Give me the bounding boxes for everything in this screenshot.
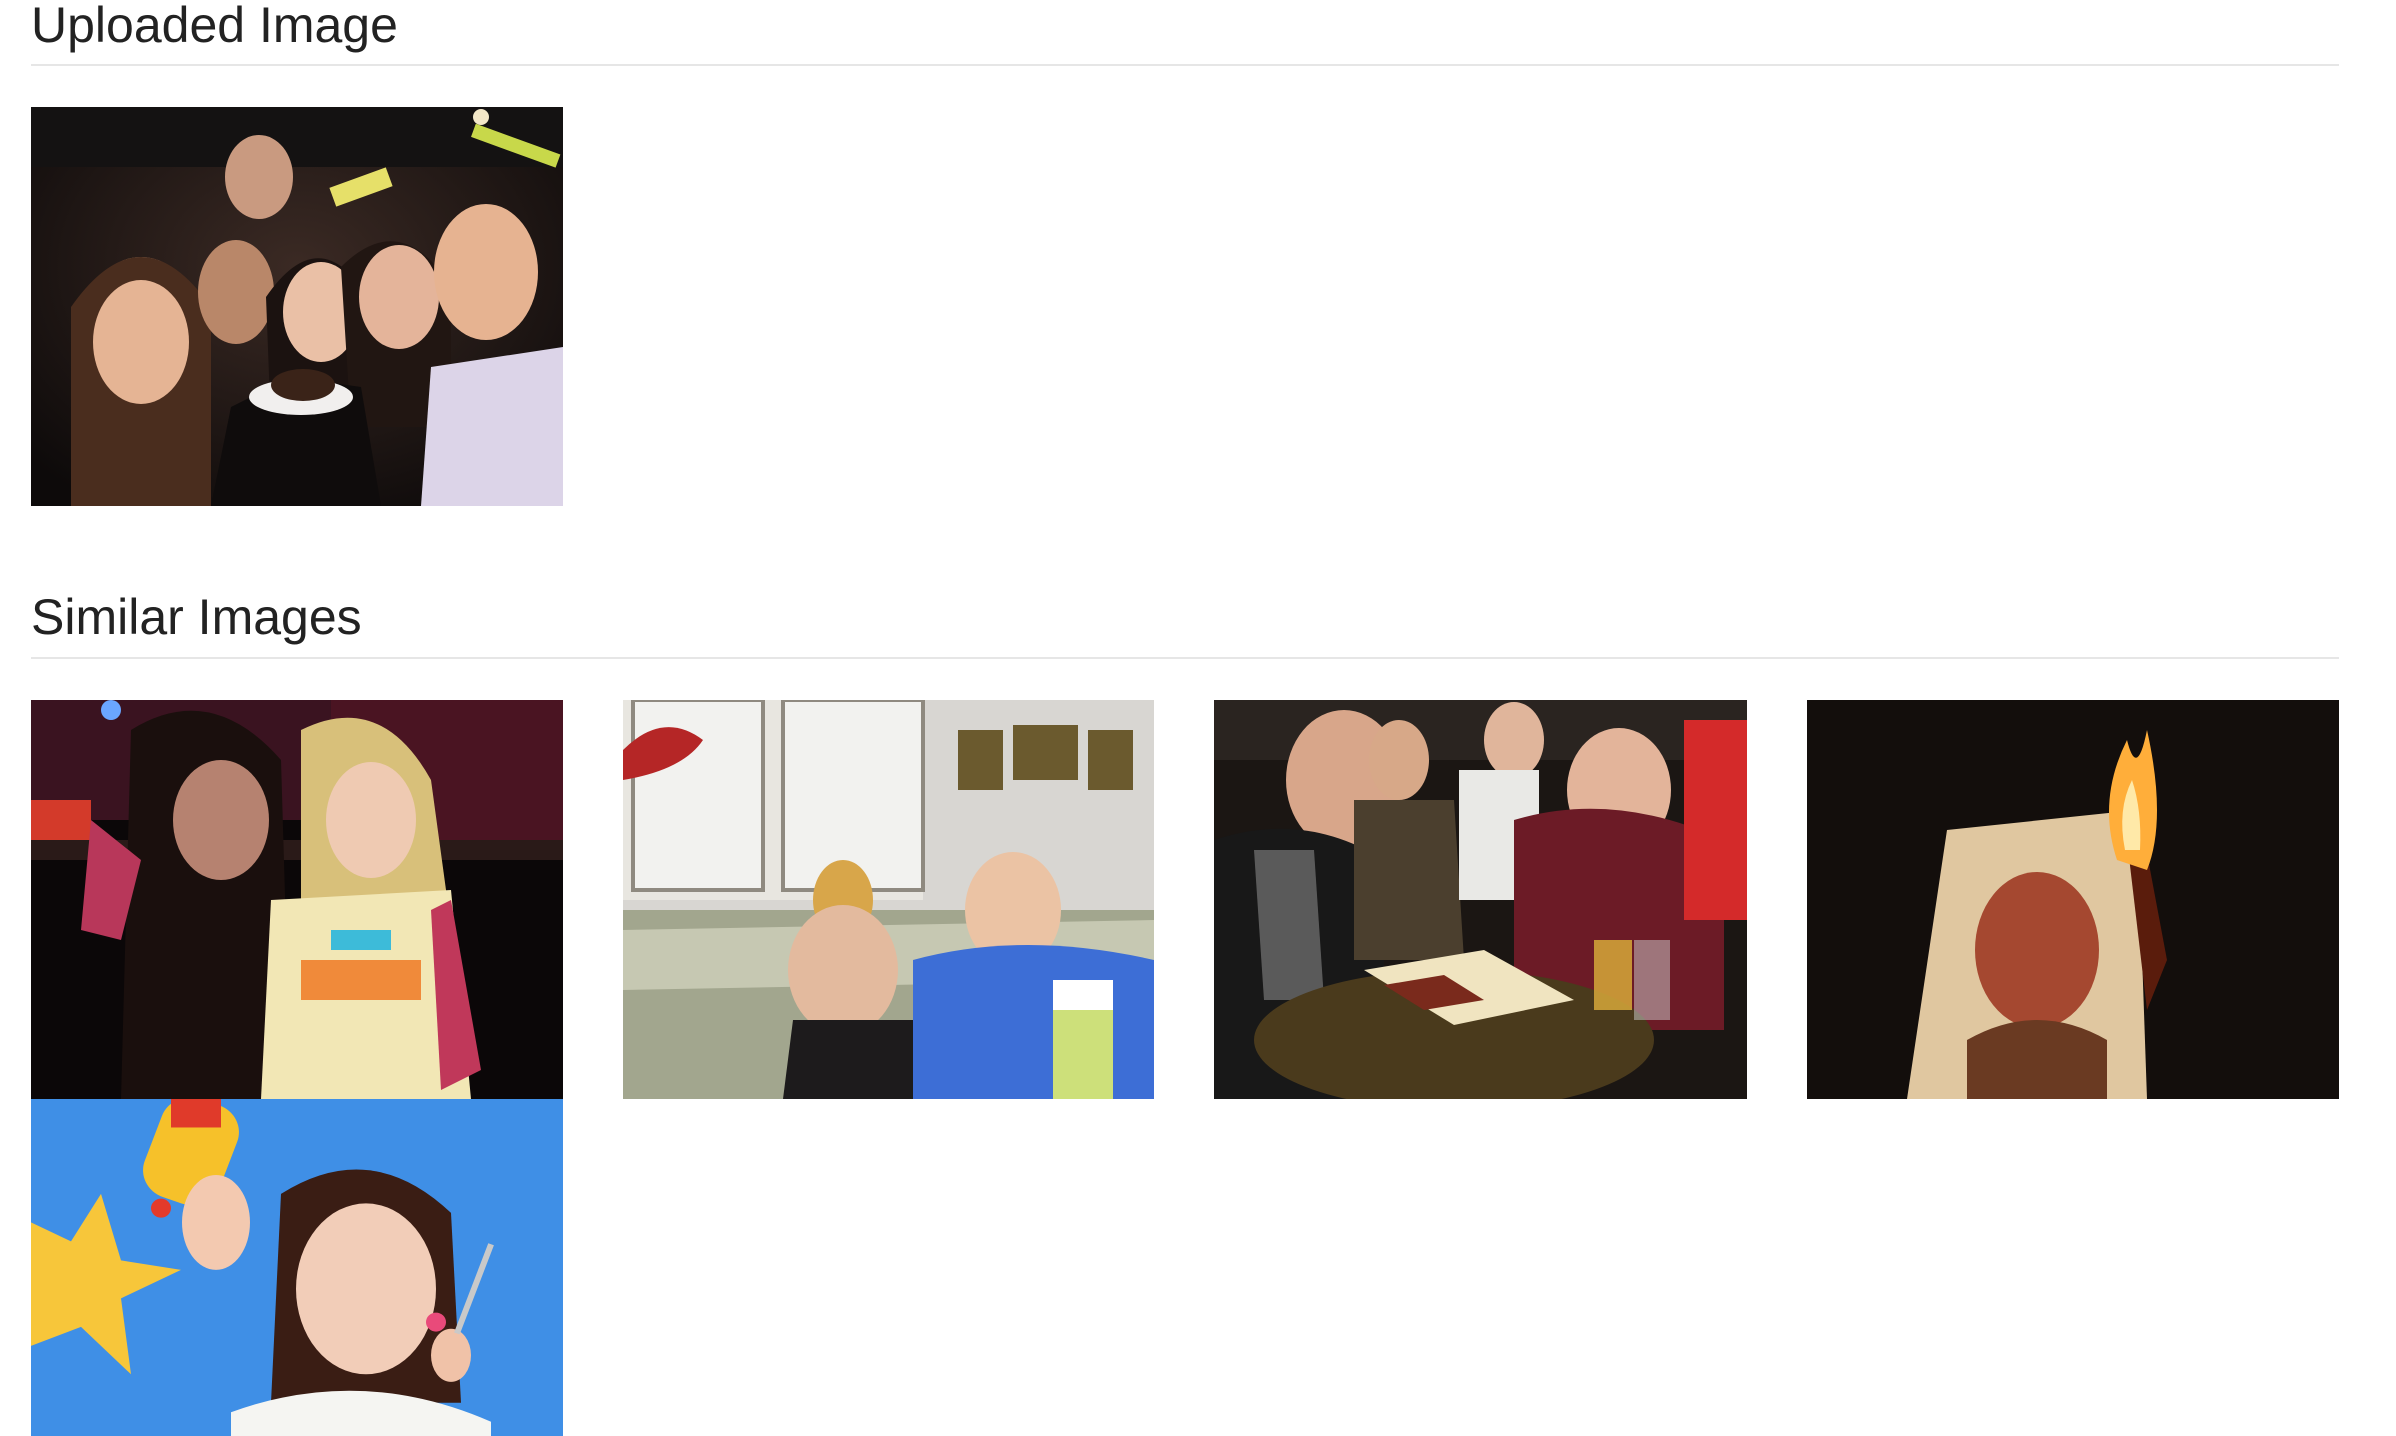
similar-images-heading: Similar Images [31, 589, 362, 645]
similar-image-4-graphic [1807, 700, 2339, 1099]
similar-image-1[interactable] [31, 700, 563, 1099]
uploaded-image-heading: Uploaded Image [31, 0, 398, 53]
similar-image-3[interactable] [1214, 700, 1747, 1099]
similar-image-4[interactable] [1807, 700, 2339, 1099]
similar-image-5-graphic [31, 1099, 563, 1436]
uploaded-image[interactable] [31, 107, 563, 506]
similar-image-3-graphic [1214, 700, 1747, 1099]
similar-divider [31, 657, 2339, 659]
uploaded-image-graphic [31, 107, 563, 506]
uploaded-divider [31, 64, 2339, 66]
similar-image-5[interactable] [31, 1099, 563, 1436]
similar-image-2-graphic [623, 700, 1154, 1099]
similar-image-1-graphic [31, 700, 563, 1099]
similar-image-2[interactable] [623, 700, 1154, 1099]
page: Uploaded Image Similar Images [0, 0, 2396, 1436]
